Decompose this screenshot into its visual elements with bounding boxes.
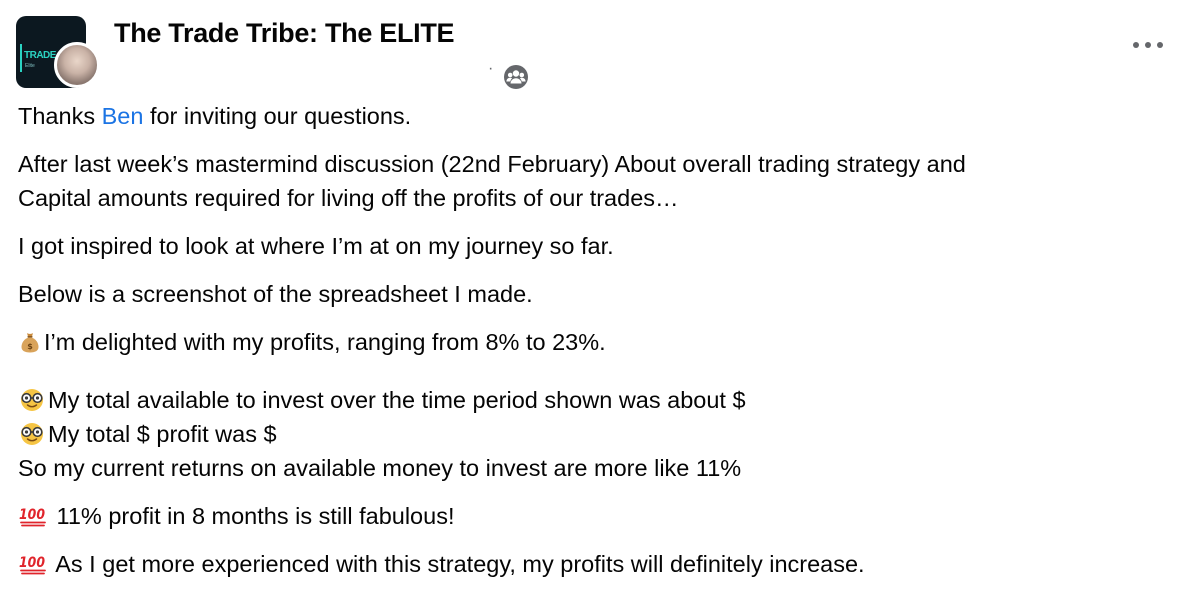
post-paragraph: I got inspired to look at where I’m at o… (18, 229, 1178, 263)
logo-text: TRADE (24, 50, 56, 61)
post-text: Capital amounts required for living off … (18, 185, 679, 211)
svg-text:$: $ (27, 342, 33, 351)
group-name[interactable]: The Trade Tribe: The ELITE (114, 18, 455, 49)
post-text: I got inspired to look at where I’m at o… (18, 233, 614, 259)
post-paragraph: 100 11% profit in 8 months is still fabu… (18, 499, 1178, 533)
logo-accent-bar (20, 44, 22, 72)
post-text: I’m delighted with my profits, ranging f… (44, 329, 606, 355)
post-text: My total available to invest over the ti… (48, 387, 746, 413)
post-paragraph: After last week’s mastermind discussion … (18, 147, 1178, 215)
user-avatar[interactable] (54, 42, 100, 88)
post-paragraph: $ I’m delighted with my profits, ranging… (18, 325, 1178, 359)
post-paragraph: Below is a screenshot of the spreadsheet… (18, 277, 1178, 311)
post-text: for inviting our questions. (143, 103, 412, 129)
post-line: My total available to invest over the ti… (18, 383, 1178, 417)
post-paragraph: My total available to invest over the ti… (18, 383, 1178, 485)
post-paragraph: 100 As I get more experienced with this … (18, 547, 1178, 581)
nerd-face-emoji-icon (21, 423, 43, 445)
svg-text:100: 100 (19, 555, 45, 571)
hundred-points-emoji-icon: 100 (19, 555, 46, 575)
post-paragraph: Thanks Ben for inviting our questions. (18, 99, 1178, 133)
money-bag-emoji-icon: $ (21, 333, 39, 353)
post-text: 11% profit in 8 months is still fabulous… (50, 503, 455, 529)
post-text: Below is a screenshot of the spreadsheet… (18, 281, 533, 307)
more-options-button[interactable] (1128, 30, 1168, 60)
post-text: After last week’s mastermind discussion … (18, 151, 966, 177)
post-text: As I get more experienced with this stra… (50, 551, 865, 577)
post-text: Thanks (18, 103, 102, 129)
meta-separator: · (488, 60, 494, 77)
post-header: TRADE Elite The Trade Tribe: The ELITE · (0, 0, 1200, 100)
post-line: My total $ profit was $ (18, 417, 1178, 451)
more-options-icon (1133, 42, 1163, 48)
post-text: My total $ profit was $ (48, 421, 277, 447)
logo-subtext: Elite (25, 63, 35, 69)
post-text: So my current returns on available money… (18, 455, 742, 481)
nerd-face-emoji-icon (21, 389, 43, 411)
post-body: Thanks Ben for inviting our questions. A… (18, 99, 1178, 595)
private-group-icon[interactable] (503, 64, 529, 90)
svg-text:100: 100 (19, 507, 45, 523)
hundred-points-emoji-icon: 100 (19, 507, 46, 527)
mention-link[interactable]: Ben (102, 103, 144, 129)
